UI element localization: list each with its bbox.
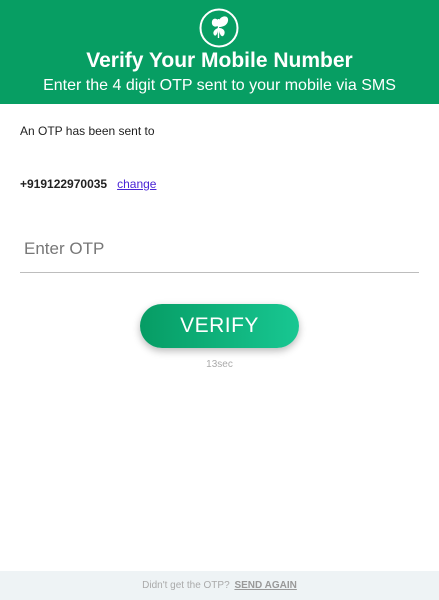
page-title: Verify Your Mobile Number: [86, 49, 353, 72]
footer: Didn't get the OTP? SEND AGAIN: [0, 571, 439, 600]
phone-row: +919122970035 change: [20, 177, 156, 191]
page-subtitle: Enter the 4 digit OTP sent to your mobil…: [43, 77, 396, 94]
otp-verification-page: Verify Your Mobile Number Enter the 4 di…: [0, 0, 439, 600]
otp-field: [20, 226, 419, 273]
send-again-link[interactable]: SEND AGAIN: [234, 580, 296, 591]
butterfly-icon: [199, 8, 239, 48]
otp-sent-message: An OTP has been sent to: [20, 124, 155, 138]
phone-number: +919122970035: [20, 177, 108, 191]
verify-button[interactable]: VERIFY: [140, 304, 299, 348]
otp-input[interactable]: [20, 226, 419, 272]
header: Verify Your Mobile Number Enter the 4 di…: [0, 0, 439, 104]
footer-prompt: Didn't get the OTP?: [142, 580, 230, 591]
resend-timer: 13sec: [206, 359, 233, 370]
change-number-link[interactable]: change: [117, 177, 156, 191]
